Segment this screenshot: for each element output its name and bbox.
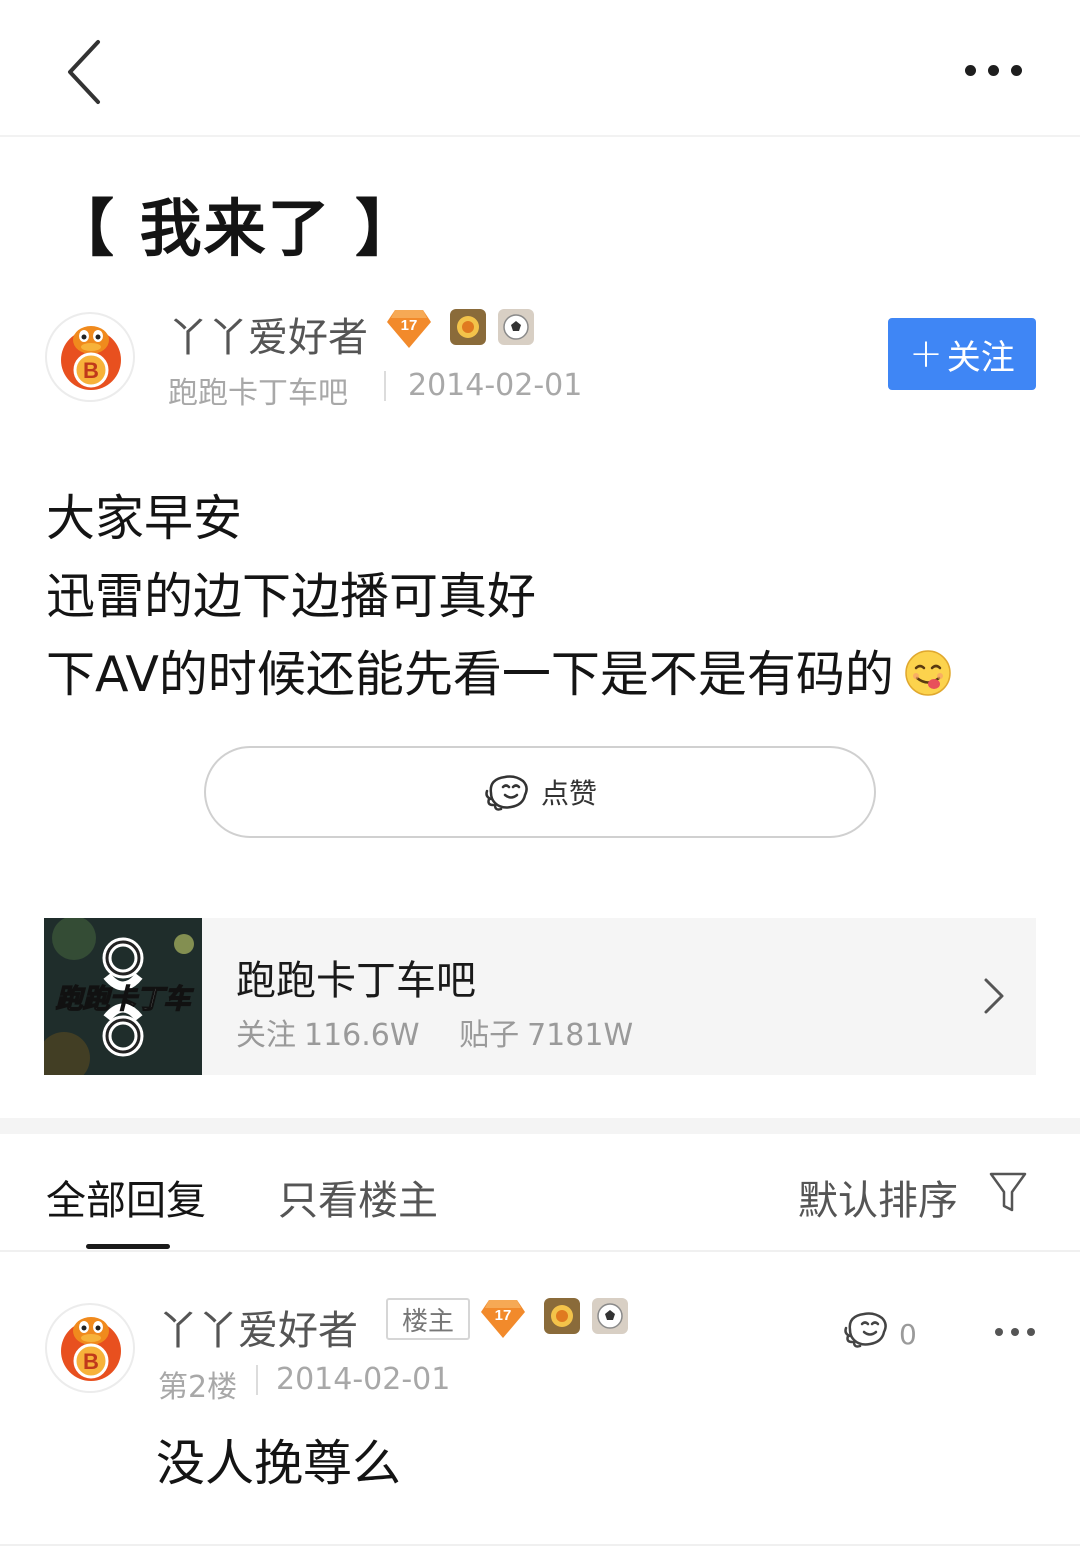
post-date: 2014-02-01 <box>408 368 583 403</box>
soccer-ball-icon <box>592 1298 628 1334</box>
post-body: 大家早安 迅雷的边下边播可真好 下AV的时候还能先看一下是不是有码的 <box>46 480 952 714</box>
top-nav-bar <box>0 0 1080 137</box>
forum-card[interactable]: 跑跑卡丁车 跑跑卡丁车吧 关注 116.6W 贴子 7181W <box>44 918 1036 1075</box>
like-label: 点赞 <box>540 777 597 810</box>
sun-medal-icon <box>450 309 486 345</box>
forum-stats: 关注 116.6W 贴子 7181W <box>236 1010 663 1054</box>
soccer-ball-icon <box>498 309 534 345</box>
duck-b-avatar-icon: B <box>61 326 121 390</box>
reply-date: 2014-02-01 <box>276 1362 451 1397</box>
thumbs-up-face-icon <box>844 1312 887 1348</box>
reply-more-button[interactable] <box>985 1312 1041 1352</box>
back-button[interactable] <box>58 36 118 108</box>
tabs-divider <box>0 1250 1080 1252</box>
sort-dropdown[interactable]: 默认排序 <box>798 1168 958 1226</box>
duck-b-avatar-icon: B <box>61 1317 121 1381</box>
follow-button[interactable]: + 关注 <box>888 318 1036 390</box>
body-line-with-emoji: 下AV的时候还能先看一下是不是有码的 <box>46 636 952 714</box>
followers-stat: 关注 116.6W <box>236 1018 420 1053</box>
chevron-right-icon <box>984 978 1004 1014</box>
meta-divider <box>384 371 386 401</box>
like-button[interactable]: 点赞 <box>204 746 876 838</box>
follow-label: 关注 <box>946 337 1015 378</box>
reply-level-badge: 17 <box>481 1298 525 1338</box>
svg-text:B: B <box>83 1349 99 1374</box>
forum-logo-text: 跑跑卡丁车 <box>56 984 195 1015</box>
body-line: 大家早安 <box>46 490 243 547</box>
ellipsis-icon <box>965 65 976 76</box>
forum-name: 跑跑卡丁车吧 <box>236 958 476 1004</box>
reply-text: 没人挽尊么 <box>156 1435 402 1492</box>
post-title: 【 我来了 】 <box>52 192 420 265</box>
level-badge: 17 <box>387 308 431 348</box>
reply-author-avatar[interactable]: B <box>45 1303 135 1393</box>
svg-text:B: B <box>83 358 99 383</box>
plus-icon: + <box>909 331 943 377</box>
ellipsis-icon <box>995 1328 1003 1336</box>
posts-stat: 贴子 7181W <box>459 1018 634 1053</box>
tab-all-replies[interactable]: 全部回复 <box>46 1168 206 1226</box>
section-divider <box>0 1118 1080 1134</box>
tongue-out-emoji-icon <box>905 650 951 696</box>
chevron-left-icon <box>68 40 100 104</box>
more-options-button[interactable] <box>955 50 1035 94</box>
forum-logo: 跑跑卡丁车 <box>44 918 202 1075</box>
reply-author-name[interactable]: 丫丫爱好者 <box>158 1298 358 1356</box>
author-name[interactable]: 丫丫爱好者 <box>168 305 368 363</box>
author-avatar[interactable]: B <box>45 312 135 402</box>
post-forum-name[interactable]: 跑跑卡丁车吧 <box>168 368 348 412</box>
tab-owner-only[interactable]: 只看楼主 <box>278 1168 438 1226</box>
reply-divider <box>0 1544 1080 1546</box>
body-line: 下AV的时候还能先看一下是不是有码的 <box>46 646 894 703</box>
reply-floor: 第2楼 <box>158 1370 238 1405</box>
body-line: 迅雷的边下边播可真好 <box>46 568 537 625</box>
active-tab-indicator <box>86 1244 170 1249</box>
owner-tag: 楼主 <box>386 1298 470 1340</box>
filter-icon[interactable] <box>988 1170 1028 1214</box>
meta-divider <box>256 1365 258 1395</box>
reply-like-count: 0 <box>899 1318 917 1351</box>
thumbs-up-face-icon <box>485 775 528 811</box>
sun-medal-icon <box>544 1298 580 1334</box>
